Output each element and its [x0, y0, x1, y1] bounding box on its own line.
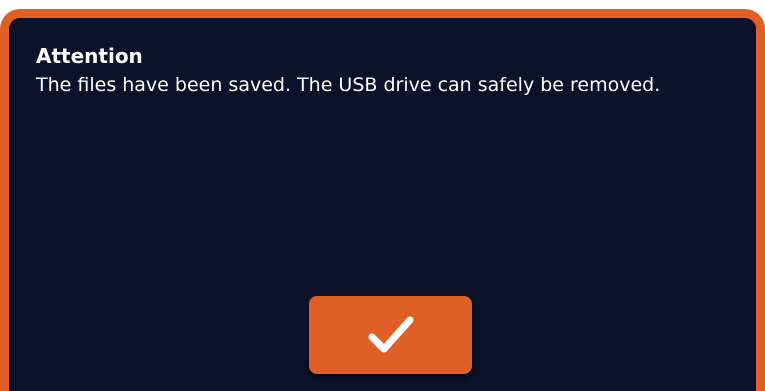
attention-dialog: Attention The files have been saved. The…	[0, 9, 765, 391]
confirm-button[interactable]	[309, 296, 472, 374]
dialog-title: Attention	[36, 44, 143, 68]
checkmark-icon	[368, 315, 414, 355]
dialog-message: The files have been saved. The USB drive…	[36, 74, 661, 96]
